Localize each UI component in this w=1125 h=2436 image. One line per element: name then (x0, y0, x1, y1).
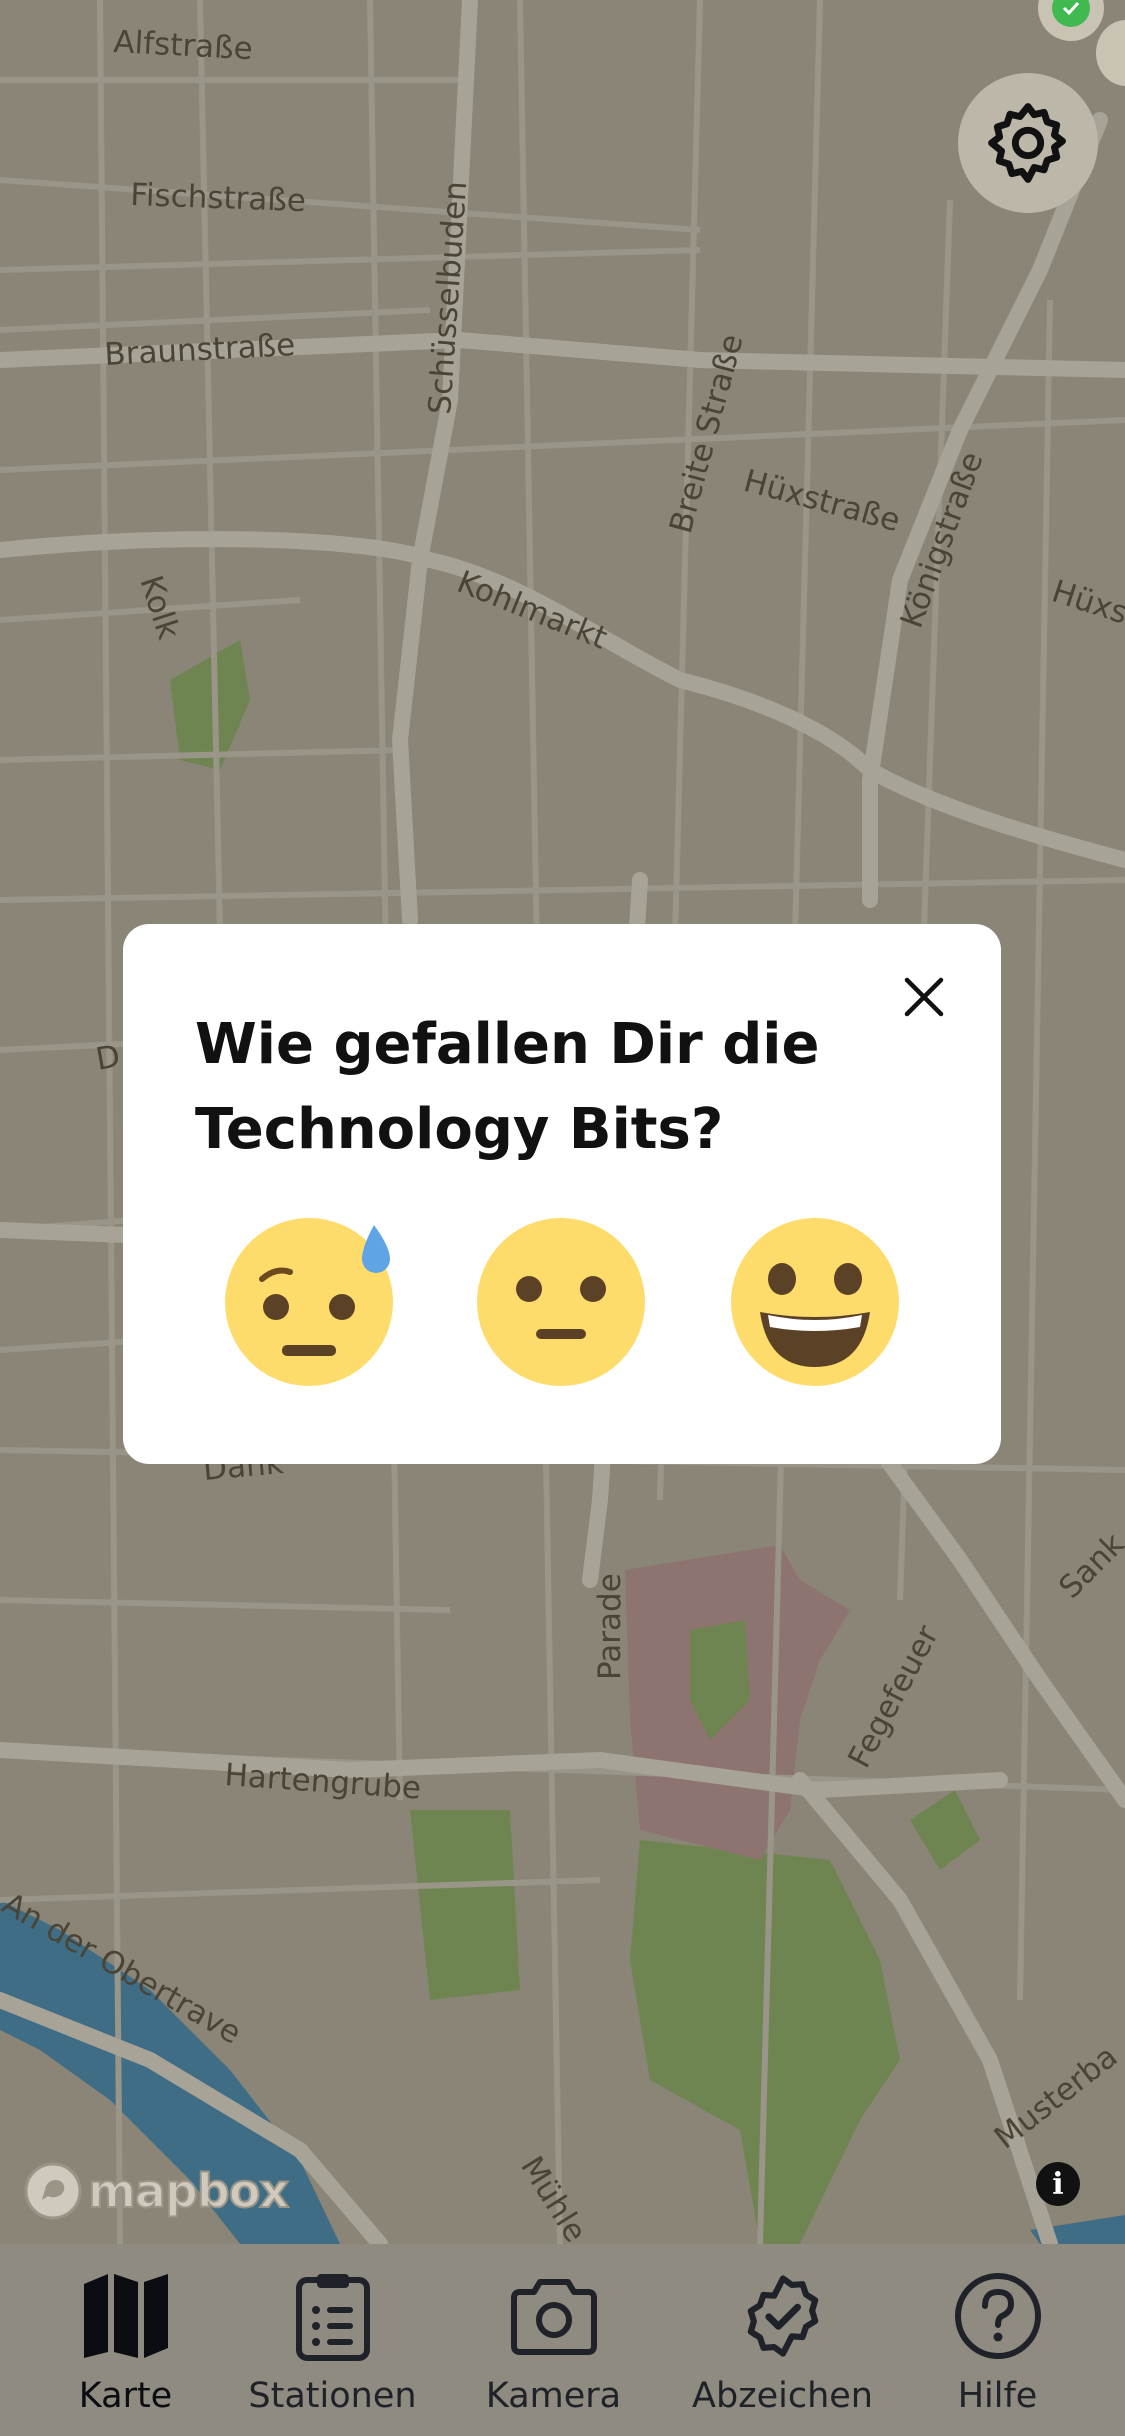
mapbox-wordmark: mapbox (87, 2163, 290, 2219)
tab-stationen[interactable]: Stationen (220, 2244, 445, 2436)
tab-label: Kamera (485, 2376, 622, 2416)
tab-label: Stationen (248, 2376, 417, 2416)
help-icon (948, 2266, 1048, 2366)
close-icon[interactable] (899, 972, 949, 1022)
tab-label: Hilfe (957, 2376, 1038, 2416)
clipboard-list-icon (283, 2266, 383, 2366)
tab-bar: Karte Stationen Kamera Abzeichen Hilfe (0, 2244, 1125, 2436)
badge-check-icon (733, 2266, 833, 2366)
info-glyph: i (1052, 2166, 1064, 2202)
neutral-face-icon[interactable] (476, 1217, 646, 1387)
tab-label: Karte (78, 2376, 173, 2416)
mapbox-logo-icon (24, 2162, 82, 2220)
grinning-face-icon[interactable] (730, 1217, 900, 1387)
sweat-face-icon[interactable] (224, 1217, 394, 1387)
tab-karte[interactable]: Karte (13, 2244, 238, 2436)
check-icon (1052, 0, 1090, 27)
settings-button[interactable] (958, 73, 1098, 213)
dialog-title: Wie gefallen Dir die Technology Bits? (195, 1012, 820, 1162)
map-icon (76, 2266, 176, 2366)
tab-abzeichen[interactable]: Abzeichen (670, 2244, 895, 2436)
camera-icon (504, 2266, 604, 2366)
tab-label: Abzeichen (692, 2376, 873, 2416)
feedback-dialog: Wie gefallen Dir die Technology Bits? (123, 924, 1001, 1464)
tab-kamera[interactable]: Kamera (441, 2244, 666, 2436)
tab-hilfe[interactable]: Hilfe (885, 2244, 1110, 2436)
mapbox-attribution[interactable]: mapbox (22, 2160, 290, 2222)
gear-icon (988, 103, 1066, 183)
info-icon[interactable]: i (1036, 2162, 1080, 2206)
